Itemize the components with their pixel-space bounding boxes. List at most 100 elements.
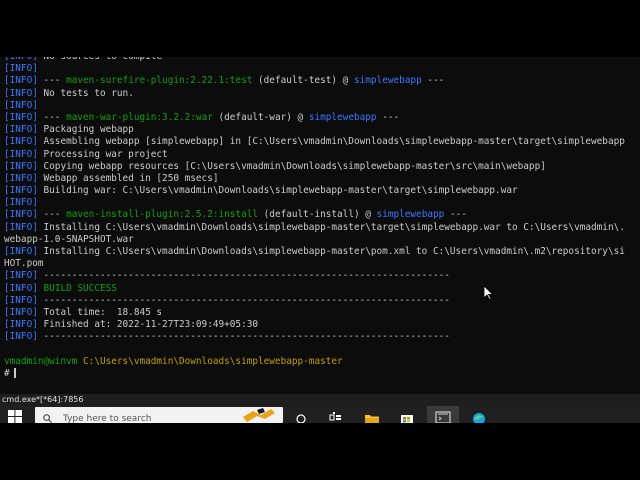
log-level-tag: [INFO]: [4, 270, 38, 282]
terminal-line: [INFO] Webapp assembled in [250 msecs]: [4, 173, 640, 185]
terminal-text-segment: ----------------------------------------…: [37, 270, 450, 282]
terminal-text-segment: Assembling webapp [simplewebapp] in [C:\…: [37, 136, 625, 148]
terminal-line: [INFO] Processing war project: [4, 149, 640, 161]
search-placeholder: Type here to search: [63, 414, 152, 423]
log-level-tag: [INFO]: [4, 306, 38, 318]
windows-start-icon[interactable]: [8, 410, 22, 423]
terminal-text-segment: (default-war) @: [212, 111, 309, 123]
terminal-line: [INFO] Installing C:\Users\vmadmin\Downl…: [4, 222, 640, 234]
log-level-tag: [INFO]: [4, 99, 38, 111]
file-explorer-icon[interactable]: [364, 409, 380, 423]
log-level-tag: [INFO]: [4, 87, 38, 99]
log-level-tag: [INFO]: [4, 111, 38, 123]
build-status-text: BUILD SUCCESS: [43, 282, 117, 294]
log-level-tag: [INFO]: [4, 246, 38, 257]
log-level-tag: [INFO]: [4, 331, 38, 343]
terminal-line: [INFO] Packaging webapp: [4, 124, 640, 136]
terminal-line: [INFO] Installing C:\Users\vmadmin\Downl…: [4, 246, 640, 258]
terminal-line: [INFO] --- maven-surefire-plugin:2.22.1:…: [4, 75, 640, 87]
log-level-tag: [INFO]: [4, 63, 38, 75]
terminal-text-segment: webapp-1.0-SNAPSHOT.war: [4, 233, 134, 245]
log-level-tag: [INFO]: [4, 294, 38, 306]
log-level-tag: [INFO]: [4, 319, 38, 331]
terminal-text-segment: HOT.pom: [4, 258, 44, 270]
terminal-text-segment: ---: [444, 209, 467, 221]
terminal-line: [INFO] ---------------------------------…: [4, 270, 640, 282]
terminal-line: [INFO] ---------------------------------…: [4, 295, 640, 307]
terminal-text-segment: maven-install-plugin:2.5.2:install: [66, 209, 259, 221]
terminal-line: [INFO] --- maven-war-plugin:3.2.2:war (d…: [4, 112, 640, 124]
terminal-text-segment: ---: [376, 111, 400, 123]
log-level-tag: [INFO]: [4, 209, 38, 221]
terminal-text-segment: ---: [37, 111, 67, 123]
log-level-tag: [INFO]: [4, 197, 38, 209]
terminal-text-segment: No tests to run.: [37, 87, 134, 99]
terminal-text-segment: ----------------------------------------…: [37, 331, 450, 343]
terminal-text-segment: simplewebapp: [308, 111, 377, 123]
terminal-line: [INFO]: [4, 100, 640, 112]
terminal-line: HOT.pom: [4, 258, 640, 270]
terminal-text-segment: Copying webapp resources [C:\Users\vmadm…: [37, 160, 546, 172]
log-level-tag: [INFO]: [4, 136, 38, 148]
text-cursor: [13, 368, 16, 379]
log-level-tag: [INFO]: [4, 282, 38, 294]
terminal-text-segment: #: [4, 367, 10, 379]
store-icon[interactable]: [399, 409, 415, 423]
terminal-line: [INFO] BUILD SUCCESS: [4, 283, 640, 295]
task-view-icon[interactable]: [294, 409, 310, 423]
windows-taskbar: Type here to search: [0, 406, 640, 423]
terminal-app-icon[interactable]: [435, 409, 451, 423]
search-icon: [43, 414, 52, 423]
log-level-tag: [INFO]: [4, 124, 38, 136]
terminal-line: #: [4, 368, 640, 380]
terminal-line: [INFO] --- maven-install-plugin:2.5.2:in…: [4, 209, 640, 221]
terminal-text-segment: Installing C:\Users\vmadmin\Downloads\si…: [37, 221, 625, 233]
terminal-window[interactable]: [INFO] No sources to compile[INFO][INFO]…: [0, 57, 640, 394]
terminal-line: [INFO] Assembling webapp [simplewebapp] …: [4, 136, 640, 148]
terminal-text-segment: Total time: 18.845 s: [37, 306, 163, 318]
edge-browser-icon[interactable]: [471, 409, 487, 423]
terminal-line: [INFO] Building war: C:\Users\vmadmin\Do…: [4, 185, 640, 197]
taskbar-search-box[interactable]: Type here to search: [35, 407, 283, 423]
terminal-text-segment: Installing C:\Users\vmadmin\Downloads\si…: [37, 246, 625, 257]
terminal-output: [INFO] No sources to compile[INFO][INFO]…: [4, 57, 640, 380]
log-level-tag: [INFO]: [4, 160, 38, 172]
terminal-text-segment: ----------------------------------------…: [37, 294, 450, 306]
log-level-tag: [INFO]: [4, 172, 38, 184]
video-letterbox-bottom: [0, 423, 640, 480]
terminal-text-segment: simplewebapp: [353, 75, 422, 87]
terminal-line: vmadmin@winvm C:\Users\vmadmin\Downloads…: [4, 356, 640, 368]
search-highlight-banner-icon: [243, 408, 275, 422]
terminal-text-segment: ---: [37, 75, 67, 87]
terminal-line: [INFO]: [4, 197, 640, 209]
terminal-line: [INFO] ---------------------------------…: [4, 331, 640, 343]
terminal-line: [INFO] Finished at: 2022-11-27T23:09:49+…: [4, 319, 640, 331]
terminal-text-segment: No sources to compile: [38, 57, 163, 62]
terminal-text-segment: Webapp assembled in [250 msecs]: [37, 172, 219, 184]
terminal-text-segment: Processing war project: [37, 148, 168, 160]
terminal-text-segment: vmadmin@winvm: [4, 355, 78, 367]
terminal-text-segment: Building war: C:\Users\vmadmin\Downloads…: [37, 185, 518, 197]
terminal-line: [INFO]: [4, 63, 640, 75]
log-level-tag: [INFO]: [4, 75, 38, 87]
terminal-text-segment: (default-test) @: [252, 75, 354, 87]
terminal-text-segment: Packaging webapp: [37, 124, 134, 136]
log-level-tag: [INFO]: [4, 57, 38, 62]
terminal-text-segment: ---: [421, 75, 445, 87]
log-level-tag: [INFO]: [4, 148, 38, 160]
terminal-line: [INFO] No tests to run.: [4, 88, 640, 100]
widgets-icon[interactable]: [328, 409, 344, 423]
terminal-line: webapp-1.0-SNAPSHOT.war: [4, 234, 640, 246]
terminal-text-segment: maven-war-plugin:3.2.2:war: [66, 111, 213, 123]
mouse-pointer-icon: [484, 286, 494, 300]
terminal-text-segment: C:\Users\vmadmin\Downloads\simplewebapp-…: [83, 355, 343, 367]
terminal-line: [INFO] Total time: 18.845 s: [4, 307, 640, 319]
status-text: cmd.exe*[*64]:7856: [2, 395, 84, 404]
log-level-tag: [INFO]: [4, 185, 38, 197]
terminal-text-segment: maven-surefire-plugin:2.22.1:test: [66, 75, 253, 87]
terminal-text-segment: ---: [37, 209, 67, 221]
terminal-line: [INFO] Copying webapp resources [C:\User…: [4, 161, 640, 173]
console-status-bar: cmd.exe*[*64]:7856: [0, 394, 640, 406]
terminal-text-segment: (default-install) @: [258, 209, 377, 221]
